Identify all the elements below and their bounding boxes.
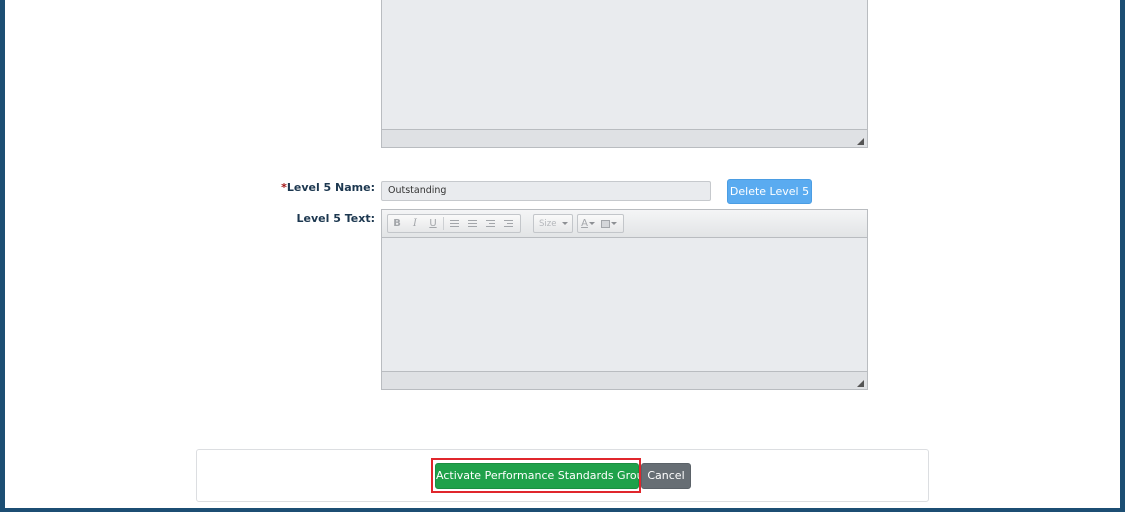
outdent-icon[interactable] <box>481 215 499 232</box>
chevron-down-icon <box>562 222 568 225</box>
level-5-name-input[interactable]: Outstanding <box>381 181 711 201</box>
resize-grip-icon[interactable] <box>857 138 864 145</box>
level-5-editor-status-bar <box>381 371 868 390</box>
level-5-editor-toolbar: B I U Size A <box>381 209 868 238</box>
delete-level-5-button[interactable]: Delete Level 5 <box>727 179 812 204</box>
level-5-text-label: Level 5 Text: <box>296 212 375 225</box>
level-5-name-label: *Level 5 Name: <box>281 181 375 194</box>
font-size-select[interactable]: Size <box>533 214 573 233</box>
toolbar-divider <box>443 217 444 230</box>
underline-icon[interactable]: U <box>424 215 442 232</box>
ordered-list-icon[interactable] <box>445 215 463 232</box>
cancel-button[interactable]: Cancel <box>641 463 691 489</box>
activate-performance-standards-group-button[interactable]: Activate Performance Standards Group <box>435 463 651 489</box>
unordered-list-icon[interactable] <box>463 215 481 232</box>
indent-icon[interactable] <box>499 215 517 232</box>
previous-level-text-editor-body[interactable] <box>381 0 868 129</box>
resize-grip-icon[interactable] <box>857 380 864 387</box>
font-color-icon[interactable]: A <box>578 215 598 232</box>
bold-icon[interactable]: B <box>388 215 406 232</box>
italic-icon[interactable]: I <box>406 215 424 232</box>
background-color-icon[interactable] <box>598 215 620 232</box>
previous-level-editor-status-bar <box>381 129 868 148</box>
color-button-group: A <box>577 214 624 233</box>
level-5-text-editor-body[interactable] <box>381 238 868 371</box>
format-button-group: B I U <box>387 214 521 233</box>
page-content: *Level 5 Name: Outstanding Delete Level … <box>5 0 1120 508</box>
